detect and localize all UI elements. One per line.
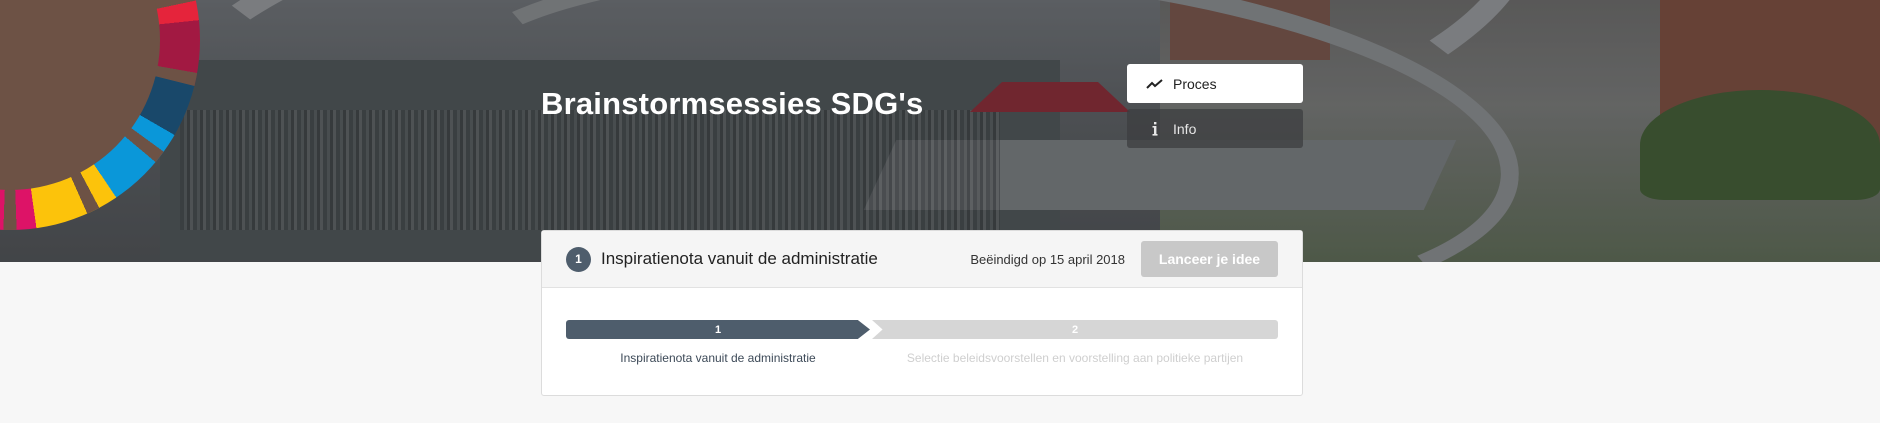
hero-overlay [0,0,1880,262]
tab-proces[interactable]: Proces [1127,64,1303,103]
phase-header: 1 Inspiratienota vanuit de administratie… [542,231,1302,288]
timeline-step-1[interactable]: 1 [566,320,870,339]
phase-title: Inspiratienota vanuit de administratie [601,249,878,268]
phase-card: 1 Inspiratienota vanuit de administratie… [541,230,1303,396]
info-icon [1145,121,1165,136]
tab-info-label: Info [1173,120,1197,137]
phase-status: Beëindigd op 15 april 2018 [970,251,1125,267]
timeline-step-1-label[interactable]: Inspiratienota vanuit de administratie [566,351,870,365]
launch-idea-button[interactable]: Lanceer je idee [1141,241,1278,277]
hero-banner [0,0,1880,262]
trend-line-icon [1145,78,1165,90]
timeline: 1 2 [566,320,1278,339]
tab-proces-label: Proces [1173,75,1217,92]
project-title: Brainstormsessies SDG's [541,86,924,121]
phase-number-badge: 1 [566,246,591,272]
tab-info[interactable]: Info [1127,109,1303,148]
timeline-step-2[interactable]: 2 [872,320,1278,339]
timeline-step-2-label[interactable]: Selectie beleidsvoorstellen en voorstell… [872,351,1278,365]
